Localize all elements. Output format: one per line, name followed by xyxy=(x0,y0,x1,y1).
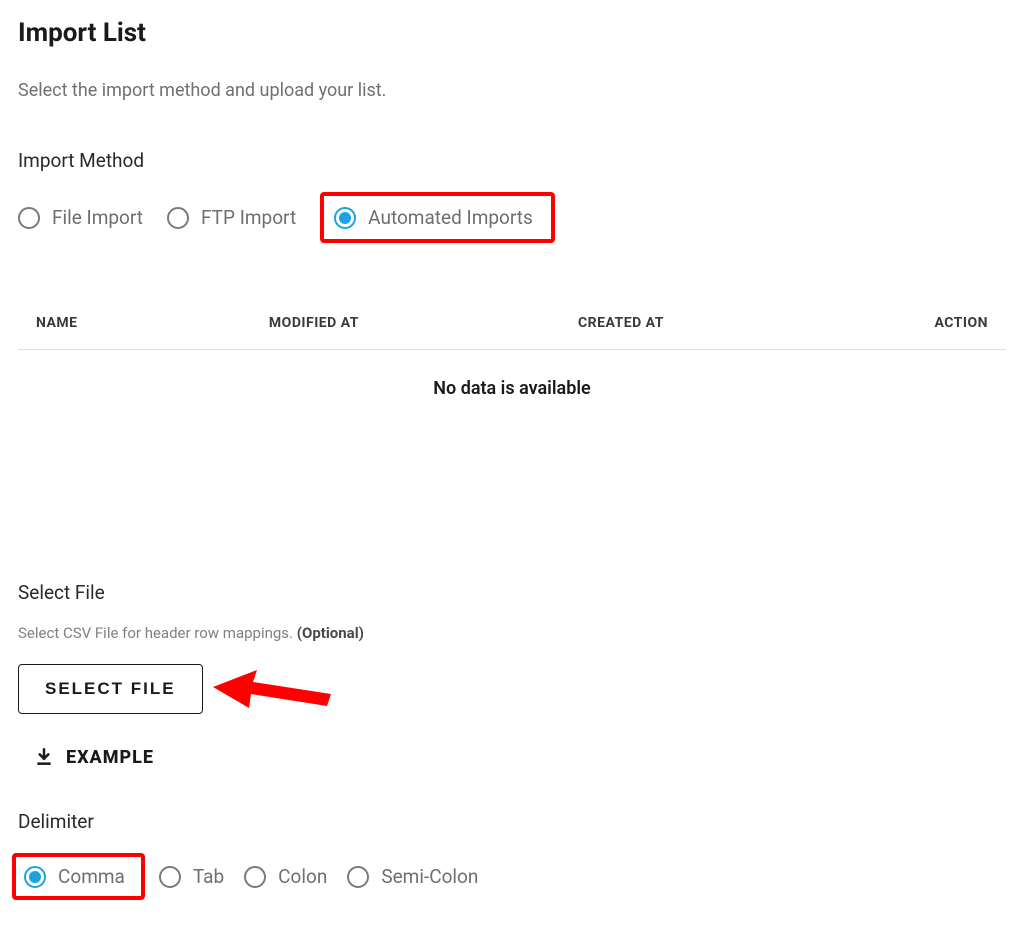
example-link[interactable]: EXAMPLE xyxy=(34,746,154,768)
radio-label: File Import xyxy=(52,206,143,229)
radio-icon xyxy=(159,866,181,888)
select-file-help: Select CSV File for header row mappings.… xyxy=(18,624,1006,642)
radio-label: Colon xyxy=(278,865,327,888)
radio-icon xyxy=(347,866,369,888)
radio-colon[interactable]: Colon xyxy=(244,865,327,888)
col-name: NAME xyxy=(36,315,269,331)
col-action: ACTION xyxy=(868,315,988,331)
radio-icon xyxy=(167,207,189,229)
import-method-group: File Import FTP Import Automated Imports xyxy=(18,192,1006,243)
example-label: EXAMPLE xyxy=(66,747,154,768)
radio-label: Semi-Colon xyxy=(381,865,478,888)
highlight-box: Automated Imports xyxy=(320,192,555,243)
col-created: CREATED AT xyxy=(578,315,868,331)
radio-label: FTP Import xyxy=(201,206,296,229)
table-empty-message: No data is available xyxy=(18,350,1006,411)
radio-label: Automated Imports xyxy=(368,206,533,229)
radio-tab[interactable]: Tab xyxy=(159,865,224,888)
delimiter-label: Delimiter xyxy=(18,810,1006,833)
select-file-button[interactable]: SELECT FILE xyxy=(18,664,203,714)
radio-icon xyxy=(18,207,40,229)
radio-file-import[interactable]: File Import xyxy=(18,206,143,229)
col-modified: MODIFIED AT xyxy=(269,315,578,331)
help-prefix: Select CSV File for header row mappings. xyxy=(18,624,297,642)
annotation-arrow-icon xyxy=(213,664,333,714)
import-method-label: Import Method xyxy=(18,149,1006,172)
help-optional: (Optional) xyxy=(297,624,364,642)
page-subheading: Select the import method and upload your… xyxy=(18,80,1006,101)
imports-table: NAME MODIFIED AT CREATED AT ACTION No da… xyxy=(18,303,1006,411)
select-file-label: Select File xyxy=(18,581,1006,604)
radio-icon xyxy=(244,866,266,888)
radio-ftp-import[interactable]: FTP Import xyxy=(167,206,296,229)
table-header-row: NAME MODIFIED AT CREATED AT ACTION xyxy=(18,303,1006,350)
radio-comma[interactable]: Comma xyxy=(24,865,125,888)
radio-icon xyxy=(334,207,356,229)
radio-label: Tab xyxy=(193,865,224,888)
page-title: Import List xyxy=(18,18,1006,48)
radio-label: Comma xyxy=(58,865,125,888)
radio-semicolon[interactable]: Semi-Colon xyxy=(347,865,478,888)
radio-icon xyxy=(24,866,46,888)
highlight-box: Comma xyxy=(12,853,145,900)
download-icon xyxy=(34,746,54,768)
radio-automated-imports[interactable]: Automated Imports xyxy=(334,206,533,229)
delimiter-group: Comma Tab Colon Semi-Colon xyxy=(12,853,1006,900)
